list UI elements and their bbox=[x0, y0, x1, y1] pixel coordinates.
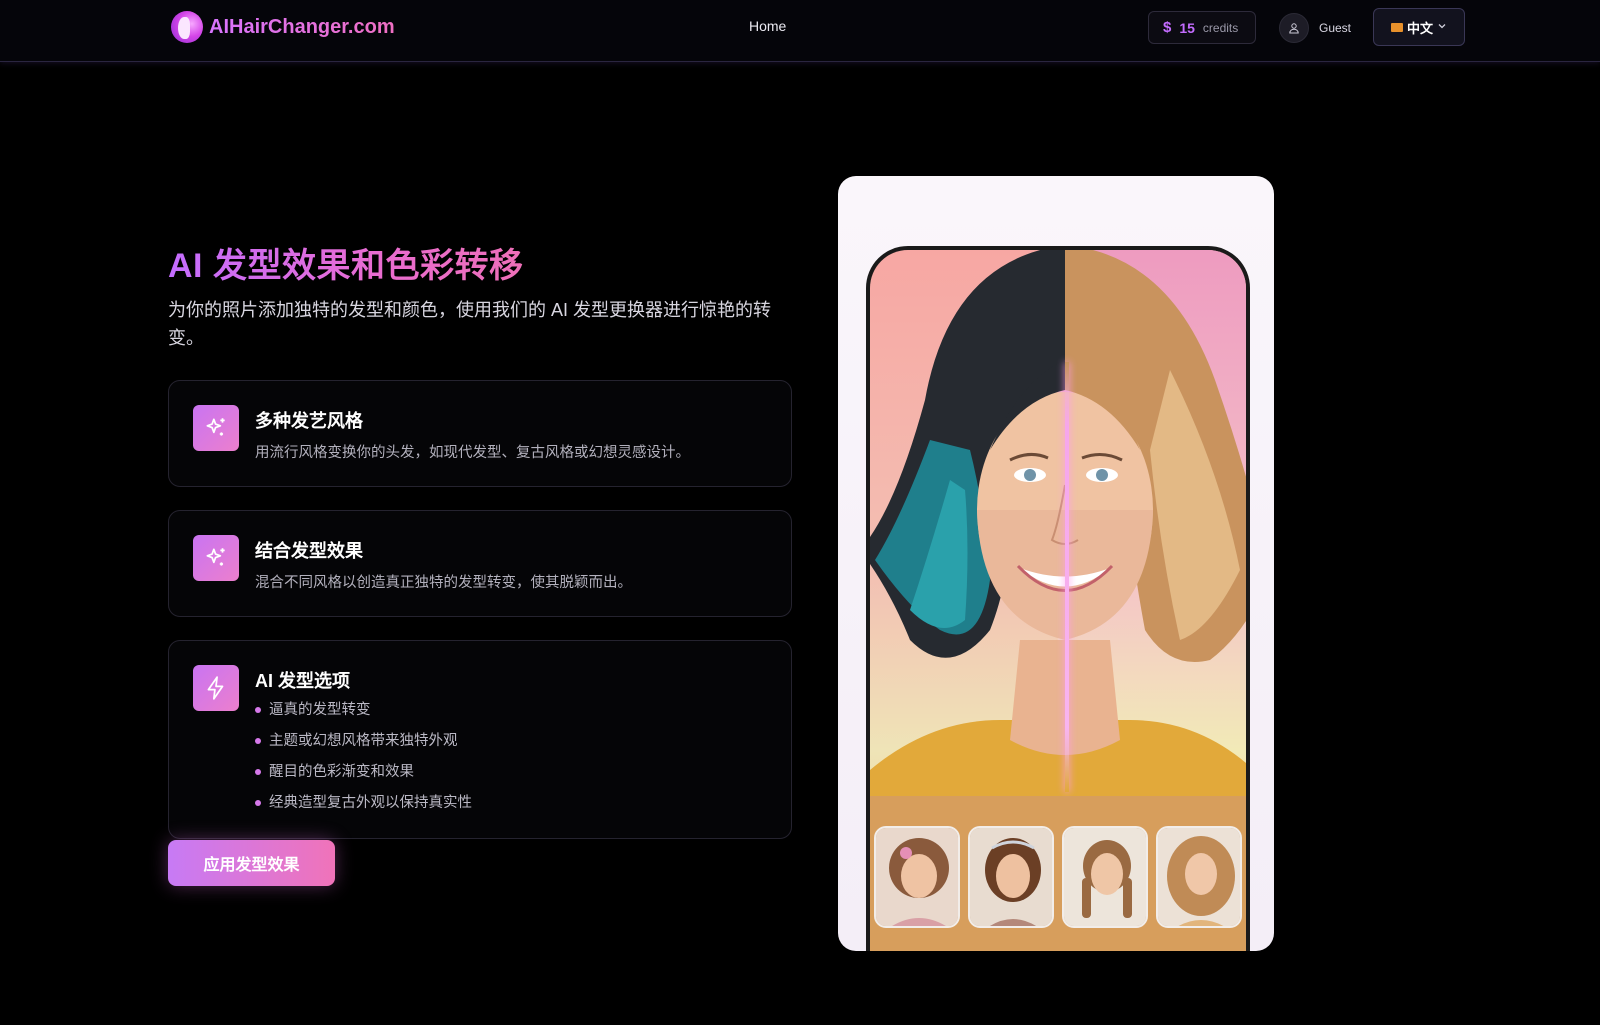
feature-card-combine: 结合发型效果 混合不同风格以创造真正独特的发型转变，使其脱颖而出。 bbox=[168, 510, 792, 617]
logo-text: AIHairChanger.com bbox=[209, 15, 395, 38]
hairstyle-thumbnail[interactable] bbox=[968, 826, 1054, 928]
list-item: 逼真的发型转变 bbox=[255, 699, 472, 730]
hairstyle-showcase-image bbox=[838, 176, 1274, 951]
chevron-down-icon bbox=[1437, 18, 1447, 36]
feature-title: 多种发艺风格 bbox=[255, 411, 363, 431]
phone-frame bbox=[866, 246, 1250, 951]
list-item: 经典造型复古外观以保持真实性 bbox=[255, 792, 472, 823]
sparkles-icon bbox=[193, 535, 239, 581]
hairstyle-thumbnail[interactable] bbox=[874, 826, 960, 928]
feature-card-options: AI 发型选项 逼真的发型转变 主题或幻想风格带来独特外观 醒目的色彩渐变和效果… bbox=[168, 640, 792, 839]
feature-bullet-list: 逼真的发型转变 主题或幻想风格带来独特外观 醒目的色彩渐变和效果 经典造型复古外… bbox=[255, 699, 472, 823]
feature-card-styles: 多种发艺风格 用流行风格变换你的头发，如现代发型、复古风格或幻想灵感设计。 bbox=[168, 380, 792, 487]
user-name: Guest bbox=[1319, 20, 1352, 35]
lightning-icon bbox=[193, 665, 239, 711]
language-label: 中文 bbox=[1406, 20, 1433, 36]
dollar-icon: $ bbox=[1163, 19, 1172, 36]
hairstyle-thumbnail[interactable] bbox=[1062, 826, 1148, 928]
feature-description: 混合不同风格以创造真正独特的发型转变，使其脱颖而出。 bbox=[255, 575, 632, 591]
site-logo[interactable]: AIHairChanger.com bbox=[171, 10, 395, 44]
user-menu[interactable]: Guest bbox=[1279, 11, 1351, 44]
feature-description: 用流行风格变换你的头发，如现代发型、复古风格或幻想灵感设计。 bbox=[255, 445, 690, 461]
list-item: 醒目的色彩渐变和效果 bbox=[255, 761, 472, 792]
credits-label: credits bbox=[1202, 20, 1239, 35]
hairstyle-thumbnail-strip bbox=[870, 796, 1246, 951]
language-selector[interactable]: 中文 bbox=[1373, 8, 1465, 46]
page-subtitle: 为你的照片添加独特的发型和颜色，使用我们的 AI 发型更换器进行惊艳的转变。 bbox=[168, 300, 772, 348]
list-item: 主题或幻想风格带来独特外观 bbox=[255, 730, 472, 761]
credits-count: 15 bbox=[1179, 19, 1195, 36]
sparkles-icon bbox=[193, 405, 239, 451]
feature-title: AI 发型选项 bbox=[255, 671, 351, 691]
user-icon bbox=[1279, 12, 1309, 43]
before-after-divider bbox=[1065, 362, 1069, 792]
credits-badge[interactable]: $ 15 credits bbox=[1148, 11, 1256, 44]
top-nav-bar: AIHairChanger.com Home $ 15 credits Gues… bbox=[0, 0, 1600, 62]
nav-link-home[interactable]: Home bbox=[749, 18, 786, 34]
logo-icon bbox=[171, 11, 203, 43]
flag-icon bbox=[1390, 22, 1403, 32]
apply-hair-effect-button[interactable]: 应用发型效果 bbox=[168, 840, 335, 886]
feature-title: 结合发型效果 bbox=[255, 541, 363, 561]
page-title: AI 发型效果和色彩转移 bbox=[168, 238, 523, 287]
hairstyle-thumbnail[interactable] bbox=[1156, 826, 1242, 928]
